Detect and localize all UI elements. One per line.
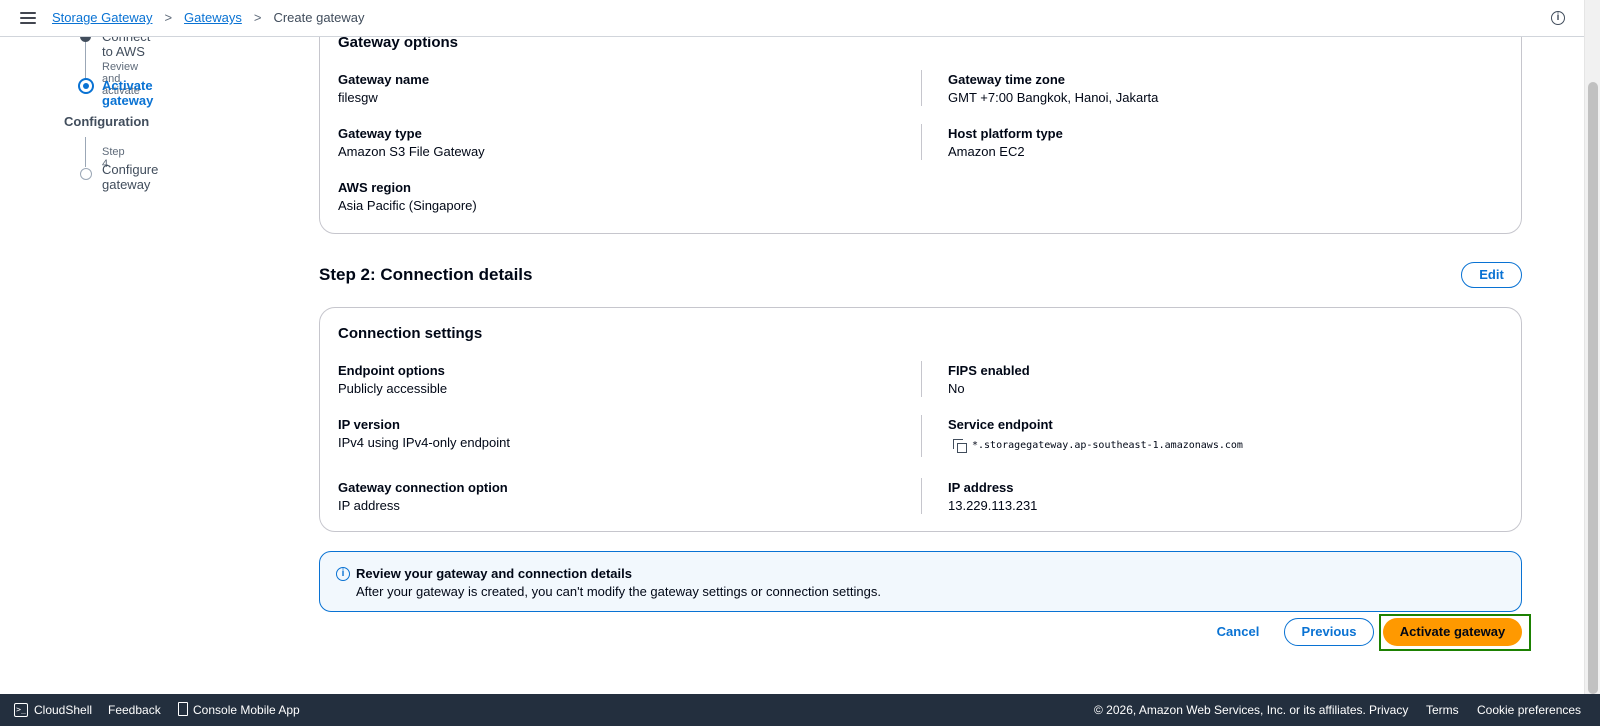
section-configuration: Configuration: [64, 114, 150, 129]
copy-icon[interactable]: [953, 439, 967, 453]
breadcrumb-gateways[interactable]: Gateways: [184, 10, 242, 25]
edit-button[interactable]: Edit: [1461, 262, 1522, 288]
copyright-text: © 2026, Amazon Web Services, Inc. or its…: [1094, 703, 1366, 717]
timezone-value: GMT +7:00 Bangkok, Hanoi, Jakarta: [948, 90, 1159, 105]
step-configure-gateway: Configure gateway: [102, 162, 159, 192]
previous-button[interactable]: Previous: [1284, 618, 1374, 646]
platform-value: Amazon EC2: [948, 144, 1025, 159]
scrollbar[interactable]: [1584, 0, 1600, 694]
column-divider: [921, 361, 922, 397]
fips-label: FIPS enabled: [948, 363, 1030, 378]
cookie-preferences-link[interactable]: Cookie preferences: [1477, 703, 1581, 717]
gateway-type-label: Gateway type: [338, 126, 422, 141]
timezone-label: Gateway time zone: [948, 72, 1066, 87]
ip-version-value: IPv4 using IPv4-only endpoint: [338, 435, 510, 450]
menu-icon[interactable]: [20, 11, 36, 25]
column-divider: [921, 415, 922, 457]
ip-address-label: IP address: [948, 480, 1014, 495]
info-icon[interactable]: i: [1551, 11, 1565, 25]
fips-value: No: [948, 381, 965, 396]
platform-label: Host platform type: [948, 126, 1063, 141]
feedback-link[interactable]: Feedback: [108, 703, 161, 717]
mobile-app-link[interactable]: Console Mobile App: [193, 703, 300, 717]
region-value: Asia Pacific (Singapore): [338, 198, 477, 213]
main-content: Connect to AWS Review and activate Activ…: [0, 37, 1584, 694]
activate-gateway-button[interactable]: Activate gateway: [1383, 618, 1522, 646]
connection-option-value: IP address: [338, 498, 400, 513]
breadcrumb-storage-gateway[interactable]: Storage Gateway: [52, 10, 152, 25]
cloudshell-link[interactable]: CloudShell: [34, 703, 92, 717]
breadcrumb-current: Create gateway: [273, 10, 365, 25]
cloudshell-icon[interactable]: >_: [14, 703, 28, 717]
footer: >_ CloudShell Feedback Console Mobile Ap…: [0, 694, 1600, 726]
info-icon: i: [336, 567, 350, 581]
step-2-heading: Step 2: Connection details: [319, 265, 533, 284]
chevron-right-icon: >: [253, 10, 262, 25]
card-title: Connection settings: [338, 325, 483, 342]
step-active-icon: [78, 78, 94, 94]
ip-address-value: 13.229.113.231: [948, 498, 1038, 513]
top-navigation-bar: Storage Gateway > Gateways > Create gate…: [0, 0, 1584, 37]
gateway-name-label: Gateway name: [338, 72, 430, 87]
alert-title: Review your gateway and connection detai…: [356, 566, 632, 581]
gateway-name-value: filesgw: [338, 90, 378, 105]
endpoint-options-value: Publicly accessible: [338, 381, 448, 396]
connection-settings-card: Connection settings Endpoint options Pub…: [319, 307, 1522, 532]
terms-link[interactable]: Terms: [1426, 703, 1459, 717]
step-3-title[interactable]: Connect to AWS: [102, 37, 150, 59]
connection-option-label: Gateway connection option: [338, 480, 508, 495]
endpoint-options-label: Endpoint options: [338, 363, 445, 378]
step-connector-line: [85, 137, 86, 167]
privacy-link[interactable]: Privacy: [1369, 703, 1408, 717]
ip-version-label: IP version: [338, 417, 400, 432]
gateway-options-card: Gateway options Gateway name filesgw Gat…: [319, 37, 1522, 234]
service-endpoint-value: *.storagegateway.ap-southeast-1.amazonaw…: [972, 440, 1243, 451]
card-title: Gateway options: [338, 37, 459, 51]
step-connector-line: [85, 37, 86, 79]
mobile-app-icon[interactable]: [178, 702, 188, 716]
column-divider: [921, 478, 922, 514]
alert-body: After your gateway is created, you can't…: [356, 584, 881, 599]
step-complete-icon: [80, 37, 91, 42]
step-activate-gateway[interactable]: Activate gateway: [102, 78, 153, 108]
cancel-button[interactable]: Cancel: [1208, 619, 1268, 645]
column-divider: [921, 70, 922, 106]
info-alert: i Review your gateway and connection det…: [319, 551, 1522, 612]
gateway-type-value: Amazon S3 File Gateway: [338, 144, 485, 159]
breadcrumb: Storage Gateway > Gateways > Create gate…: [52, 10, 365, 25]
region-label: AWS region: [338, 180, 411, 195]
step-pending-icon: [80, 168, 92, 180]
chevron-right-icon: >: [164, 10, 173, 25]
column-divider: [921, 124, 922, 160]
service-endpoint-label: Service endpoint: [948, 417, 1053, 432]
scrollbar-thumb[interactable]: [1588, 82, 1598, 694]
